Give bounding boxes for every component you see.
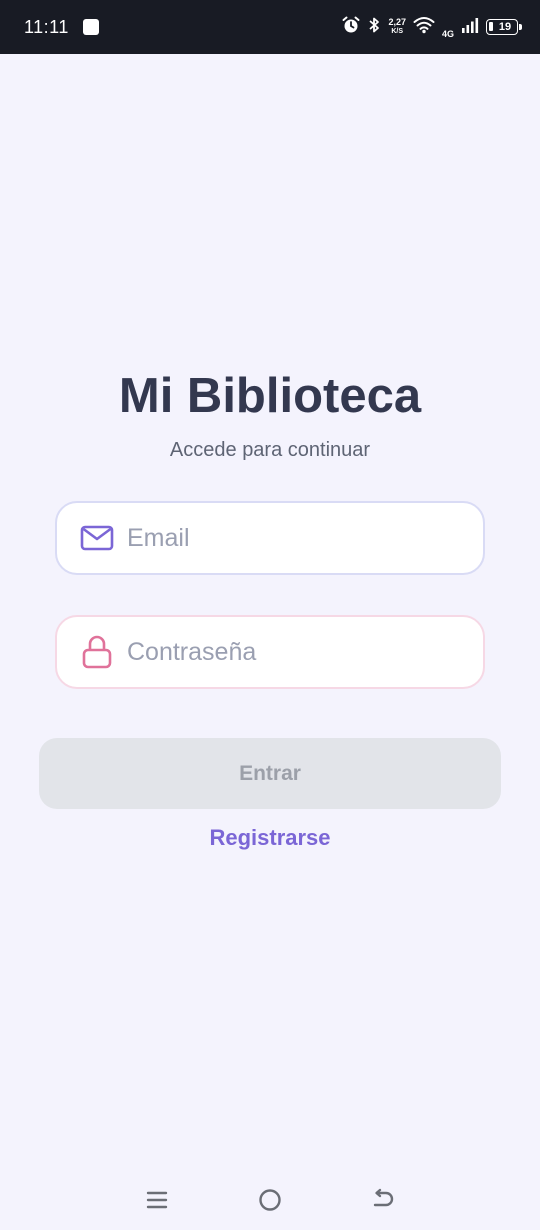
network-type: 4G bbox=[441, 29, 454, 39]
password-input[interactable] bbox=[127, 637, 447, 667]
alarm-icon bbox=[342, 16, 360, 39]
back-icon[interactable] bbox=[363, 1180, 403, 1220]
page-subtitle: Accede para continuar bbox=[169, 439, 371, 461]
register-link[interactable]: Registrarse bbox=[0, 825, 540, 851]
email-input[interactable] bbox=[127, 523, 447, 553]
wifi-icon bbox=[413, 16, 435, 39]
signal-icon bbox=[461, 16, 479, 39]
submit-button[interactable]: Entrar bbox=[39, 738, 501, 809]
menu-icon[interactable] bbox=[137, 1180, 177, 1220]
battery-level: 19 bbox=[498, 21, 512, 33]
status-bar: 11:11 2,27 K/S 4G 19 bbox=[0, 0, 540, 54]
page-title: Mi Biblioteca bbox=[118, 369, 422, 423]
password-field[interactable] bbox=[55, 615, 485, 689]
system-nav-bar bbox=[0, 1170, 540, 1230]
status-bar-left: 11:11 bbox=[24, 17, 99, 38]
status-time: 11:11 bbox=[24, 16, 69, 37]
mail-icon bbox=[79, 520, 115, 556]
net-speed-value: 2,27 bbox=[388, 17, 406, 27]
net-speed-unit: K/S bbox=[391, 28, 404, 35]
net-speed: 2,27 K/S bbox=[388, 18, 406, 36]
lock-icon bbox=[79, 634, 115, 670]
bluetooth-icon bbox=[367, 16, 381, 39]
status-bar-right: 2,27 K/S 4G 19 bbox=[342, 15, 522, 39]
battery-icon: 19 bbox=[486, 19, 522, 35]
notification-square-icon bbox=[82, 19, 99, 35]
home-icon[interactable] bbox=[250, 1180, 290, 1220]
email-field[interactable] bbox=[55, 501, 485, 575]
